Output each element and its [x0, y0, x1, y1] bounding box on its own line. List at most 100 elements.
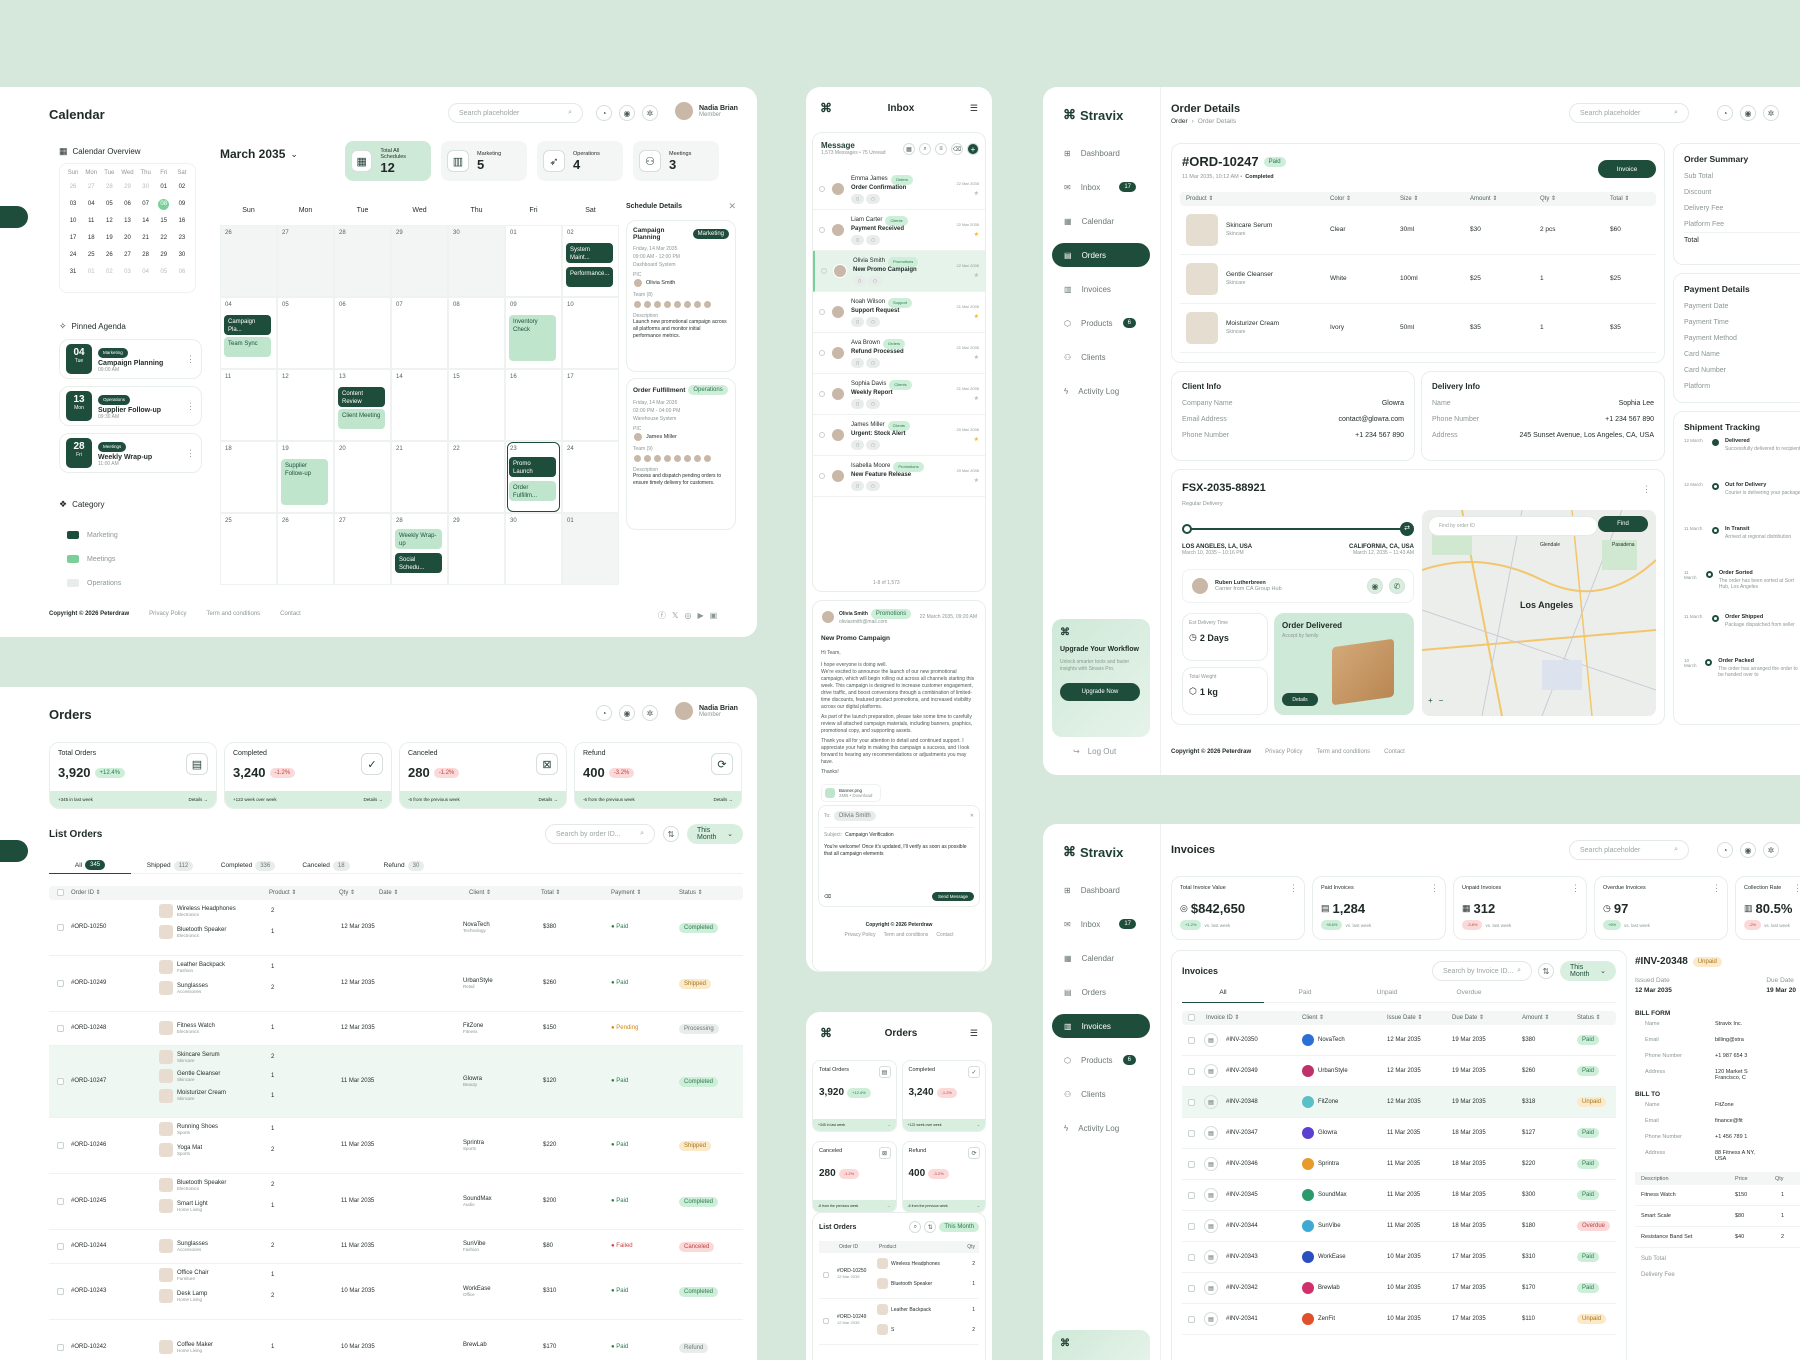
- mini-calendar-day[interactable]: 29: [158, 250, 169, 261]
- details-link[interactable]: Details →: [538, 797, 558, 802]
- invoice-button[interactable]: Invoice: [1598, 160, 1656, 178]
- mini-calendar-day[interactable]: 31: [68, 267, 79, 278]
- calendar-event[interactable]: Campaign Pla...: [224, 315, 271, 335]
- logout-link[interactable]: ↪ Log Out: [1073, 747, 1116, 756]
- user-chip[interactable]: Nadia Brian Member: [674, 101, 738, 121]
- pinned-agenda-item[interactable]: 28 Fri Meetings Weekly Wrap-up 11:00 AM ⋮: [59, 433, 202, 473]
- mini-calendar-day[interactable]: 24: [68, 250, 79, 261]
- column-header[interactable]: Invoice ID ⇕: [1206, 1014, 1239, 1021]
- mini-calendar-day[interactable]: 08: [158, 199, 170, 210]
- mini-calendar-day[interactable]: 12: [104, 216, 115, 227]
- table-row[interactable]: #ORD-10247 Skincare Serum Skincare 2 Gentle …: [49, 1046, 743, 1118]
- invoice-tab[interactable]: Paid: [1264, 989, 1346, 1003]
- message-item[interactable]: Sophia Davis Clients Weekly Report ▢ ▢ 21 Ma…: [813, 374, 985, 415]
- close-icon[interactable]: ✕: [728, 201, 736, 212]
- calendar-day-cell[interactable]: 25: [220, 513, 277, 585]
- mini-calendar-day[interactable]: 30: [176, 250, 187, 261]
- star-icon[interactable]: ★: [957, 477, 979, 484]
- calendar-day-cell[interactable]: 11: [220, 369, 277, 441]
- table-row[interactable]: ▤ #INV-20346 Sprintra 11 Mar 2035 18 Mar…: [1182, 1149, 1616, 1180]
- category-item[interactable]: Marketing: [67, 523, 121, 547]
- calendar-day-cell[interactable]: 22: [448, 441, 505, 513]
- period-select[interactable]: This Month ⌄: [1560, 961, 1616, 981]
- row-checkbox[interactable]: [823, 1272, 829, 1278]
- order-search-input[interactable]: Search by order ID... ⌕: [545, 824, 655, 844]
- table-row[interactable]: ▤ #INV-20341 ZenFit 10 Mar 2035 17 Mar 2…: [1182, 1304, 1616, 1335]
- column-header[interactable]: Issue Date ⇕: [1387, 1014, 1422, 1021]
- star-icon[interactable]: ★: [957, 190, 979, 197]
- row-checkbox[interactable]: [1188, 1223, 1195, 1230]
- bell-icon[interactable]: ◔: [1717, 842, 1733, 858]
- message-checkbox[interactable]: [819, 186, 825, 192]
- message-item[interactable]: Ava Brown Orders Refund Processed ▢ ▢ 21 Mar…: [813, 333, 985, 374]
- trash-icon[interactable]: ⌫: [951, 143, 963, 155]
- calendar-event[interactable]: Client Meeting: [338, 409, 385, 429]
- period-select[interactable]: This Month: [939, 1222, 979, 1232]
- star-icon[interactable]: ★: [957, 313, 979, 320]
- sidebar-item-orders[interactable]: ▤ Orders: [1052, 980, 1150, 1004]
- calendar-day-cell[interactable]: 29: [391, 225, 448, 297]
- calendar-day-cell[interactable]: 05: [277, 297, 334, 369]
- more-icon[interactable]: ⋮: [186, 354, 195, 365]
- sidebar-item-activity-log[interactable]: ϟ Activity Log: [1052, 379, 1150, 403]
- column-header[interactable]: Status ⇕: [1577, 1014, 1601, 1021]
- mini-calendar-day[interactable]: 23: [176, 233, 187, 244]
- calendar-event[interactable]: Performance...: [566, 267, 613, 287]
- star-icon[interactable]: ★: [957, 272, 979, 279]
- mini-calendar-day[interactable]: 04: [86, 199, 97, 210]
- reply-body[interactable]: You're welcome! Once it's updated, I'll …: [824, 844, 974, 858]
- schedule-stat-card[interactable]: ▥ Marketing 5: [441, 141, 527, 181]
- message-item[interactable]: Liam Carter Clients Payment Received ▢ ▢ 22 …: [813, 210, 985, 251]
- column-header[interactable]: Status ⇕: [679, 889, 703, 896]
- message-checkbox[interactable]: [819, 227, 825, 233]
- row-checkbox[interactable]: [57, 924, 64, 931]
- column-header[interactable]: Due Date ⇕: [1452, 1014, 1484, 1021]
- gear-icon[interactable]: ✲: [1763, 842, 1779, 858]
- sidebar-item-clients[interactable]: ⚇ Clients: [1052, 1082, 1150, 1106]
- mini-calendar-day[interactable]: 03: [122, 267, 133, 278]
- calendar-day-cell[interactable]: 28: [334, 225, 391, 297]
- details-button[interactable]: Details: [1282, 693, 1318, 706]
- sidebar-item-calendar[interactable]: ▦ Calendar: [1052, 209, 1150, 233]
- find-button[interactable]: Find: [1598, 516, 1648, 532]
- star-icon[interactable]: ★: [957, 395, 979, 402]
- table-row[interactable]: ▤ #INV-20347 Glowra 11 Mar 2035 18 Mar 2…: [1182, 1118, 1616, 1149]
- calendar-day-cell[interactable]: 08: [448, 297, 505, 369]
- column-header[interactable]: Client ⇕: [469, 889, 491, 896]
- mini-calendar-day[interactable]: 05: [104, 199, 115, 210]
- attachment[interactable]: Banner.png 2MB • Download: [821, 784, 881, 802]
- filter-icon[interactable]: ⇅: [1538, 963, 1554, 979]
- calendar-day-cell[interactable]: 20: [334, 441, 391, 513]
- mini-calendar-day[interactable]: 09: [176, 199, 187, 210]
- row-checkbox[interactable]: [1188, 1099, 1195, 1106]
- send-button[interactable]: Send Message: [931, 892, 974, 901]
- category-item[interactable]: Meetings: [67, 547, 121, 571]
- calendar-event[interactable]: Promo Launch: [509, 457, 556, 477]
- column-header[interactable]: Date ⇕: [379, 889, 398, 896]
- map-search-input[interactable]: Find by order ID: [1428, 516, 1598, 536]
- calendar-day-cell[interactable]: 24: [562, 441, 619, 513]
- calendar-day-cell[interactable]: 01: [505, 225, 562, 297]
- message-item[interactable]: James Miller Clients Urgent: Stock Alert ▢ ▢…: [813, 415, 985, 456]
- table-row[interactable]: ▤ #INV-20349 UrbanStyle 12 Mar 2035 19 M…: [1182, 1056, 1616, 1087]
- calendar-day-cell[interactable]: 27: [277, 225, 334, 297]
- message-item[interactable]: Emma James Orders Order Confirmation ▢ ▢ 22 …: [813, 169, 985, 210]
- calendar-day-cell[interactable]: 30: [505, 513, 562, 585]
- calendar-event[interactable]: Weekly Wrap-up: [395, 529, 442, 549]
- phone-icon[interactable]: ✆: [1389, 578, 1405, 594]
- invoice-tab[interactable]: All: [1182, 989, 1264, 1003]
- calendar-day-cell[interactable]: 14: [391, 369, 448, 441]
- more-icon[interactable]: ⋮: [186, 448, 195, 459]
- mini-calendar-day[interactable]: 15: [158, 216, 169, 227]
- schedule-stat-card[interactable]: ➶ Operations 4: [537, 141, 623, 181]
- details-link[interactable]: Details →: [188, 797, 208, 802]
- sidebar-item-invoices[interactable]: ▥ Invoices: [1052, 1014, 1150, 1038]
- bell-icon[interactable]: ◔: [596, 105, 612, 121]
- details-link[interactable]: Details →: [363, 797, 383, 802]
- mini-calendar-day[interactable]: 27: [122, 250, 133, 261]
- table-row[interactable]: #ORD-10242 Coffee Maker Home Living 1 10 Mar…: [49, 1320, 743, 1360]
- instagram-icon[interactable]: ◎: [684, 611, 691, 620]
- order-tab[interactable]: Shipped 112: [131, 858, 209, 874]
- table-row[interactable]: #ORD-10250 12 Mar 2035 Wireless Headphones…: [819, 1253, 979, 1299]
- row-checkbox[interactable]: [57, 980, 64, 987]
